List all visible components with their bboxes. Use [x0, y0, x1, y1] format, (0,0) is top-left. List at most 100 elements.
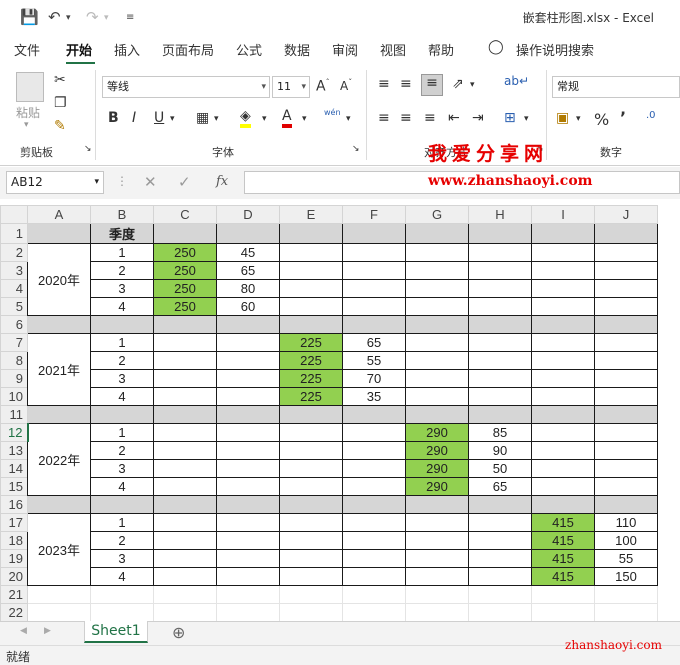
- more-options-icon[interactable]: ⋮: [116, 174, 128, 188]
- cell[interactable]: [279, 261, 343, 280]
- cell[interactable]: [342, 243, 406, 262]
- decimal-icon[interactable]: .0: [646, 110, 656, 121]
- italic-button[interactable]: I: [132, 110, 136, 126]
- cell-quarter[interactable]: 1: [90, 423, 154, 442]
- row-header[interactable]: 7: [0, 333, 28, 352]
- cell-value[interactable]: 110: [594, 513, 658, 532]
- cell-quarter[interactable]: 4: [90, 387, 154, 406]
- cell[interactable]: [594, 369, 658, 388]
- cell[interactable]: [594, 441, 658, 460]
- font-size-combo[interactable]: 11 ▾: [272, 76, 310, 98]
- cell[interactable]: [216, 513, 280, 532]
- cell[interactable]: [279, 279, 343, 298]
- row-header[interactable]: 19: [0, 549, 28, 568]
- row-header[interactable]: 14: [0, 459, 28, 478]
- row-header[interactable]: 5: [0, 297, 28, 316]
- cell[interactable]: [468, 585, 532, 604]
- cell[interactable]: [216, 531, 280, 550]
- cell[interactable]: [342, 477, 406, 496]
- row-header-active[interactable]: 12: [0, 423, 29, 442]
- increase-font-icon[interactable]: Aˆ: [316, 78, 330, 95]
- name-box[interactable]: AB12 ▾: [6, 171, 104, 194]
- column-header[interactable]: G: [405, 205, 469, 224]
- cell[interactable]: [468, 567, 532, 586]
- cell[interactable]: [594, 495, 658, 514]
- cell-value[interactable]: 50: [468, 459, 532, 478]
- cell[interactable]: [279, 603, 343, 621]
- tab-home[interactable]: 开始: [66, 40, 92, 59]
- borders-icon[interactable]: ▦: [196, 110, 209, 126]
- cell[interactable]: [342, 549, 406, 568]
- cell[interactable]: [342, 423, 406, 442]
- tab-formulas[interactable]: 公式: [236, 40, 262, 59]
- cell[interactable]: [405, 279, 469, 298]
- undo-icon[interactable]: ↶: [48, 8, 61, 26]
- cell[interactable]: [594, 333, 658, 352]
- cell[interactable]: [342, 603, 406, 621]
- cell[interactable]: [531, 315, 595, 334]
- cell[interactable]: [153, 585, 217, 604]
- chevron-down-icon[interactable]: ▾: [214, 114, 219, 124]
- cell[interactable]: [27, 315, 91, 334]
- column-header[interactable]: H: [468, 205, 532, 224]
- align-bottom-icon[interactable]: ≡: [421, 74, 443, 96]
- row-header[interactable]: 10: [0, 387, 28, 406]
- cell-value[interactable]: 65: [342, 333, 406, 352]
- cell[interactable]: [531, 603, 595, 621]
- cell-quarter[interactable]: 4: [90, 567, 154, 586]
- tab-data[interactable]: 数据: [284, 40, 310, 59]
- cell-value[interactable]: 45: [216, 243, 280, 262]
- cell[interactable]: [279, 223, 343, 244]
- font-launcher-icon[interactable]: ↘: [352, 144, 360, 154]
- cell[interactable]: [216, 585, 280, 604]
- align-right-icon[interactable]: ≡: [424, 110, 436, 126]
- cell[interactable]: [342, 223, 406, 244]
- cell-base[interactable]: 290: [405, 459, 469, 478]
- cell[interactable]: [468, 513, 532, 532]
- cell[interactable]: [279, 495, 343, 514]
- cell[interactable]: [405, 549, 469, 568]
- cell-base[interactable]: 415: [531, 567, 595, 586]
- cell[interactable]: [468, 297, 532, 316]
- column-header[interactable]: E: [279, 205, 343, 224]
- cell[interactable]: [405, 603, 469, 621]
- cell[interactable]: [594, 297, 658, 316]
- chevron-down-icon[interactable]: ▾: [346, 114, 351, 124]
- cell[interactable]: [153, 567, 217, 586]
- row-header[interactable]: 15: [0, 477, 28, 496]
- bold-button[interactable]: B: [108, 110, 119, 126]
- cell-value[interactable]: 70: [342, 369, 406, 388]
- tab-page-layout[interactable]: 页面布局: [162, 40, 214, 59]
- customize-toolbar-icon[interactable]: ≡: [126, 12, 134, 23]
- cell[interactable]: [405, 261, 469, 280]
- format-painter-icon[interactable]: ✎: [54, 118, 66, 134]
- column-header[interactable]: I: [531, 205, 595, 224]
- cell[interactable]: [279, 423, 343, 442]
- chevron-down-icon[interactable]: ▾: [576, 114, 581, 124]
- cell-base[interactable]: 225: [279, 333, 343, 352]
- cell-base[interactable]: 225: [279, 387, 343, 406]
- cell-quarter[interactable]: 4: [90, 297, 154, 316]
- cell[interactable]: [405, 243, 469, 262]
- cell[interactable]: [531, 477, 595, 496]
- cell-year[interactable]: 2021年: [27, 333, 91, 406]
- cell-base[interactable]: 225: [279, 351, 343, 370]
- cell-base[interactable]: 290: [405, 441, 469, 460]
- cell[interactable]: [468, 333, 532, 352]
- cell-base[interactable]: 225: [279, 369, 343, 388]
- cell[interactable]: [90, 585, 154, 604]
- cell-quarter[interactable]: 2: [90, 261, 154, 280]
- cell[interactable]: [468, 495, 532, 514]
- cell[interactable]: [342, 261, 406, 280]
- cell[interactable]: [531, 423, 595, 442]
- cell[interactable]: [216, 441, 280, 460]
- cell[interactable]: [342, 297, 406, 316]
- row-header[interactable]: 17: [0, 513, 28, 532]
- cell[interactable]: [531, 441, 595, 460]
- cell[interactable]: [27, 585, 91, 604]
- cell[interactable]: [342, 567, 406, 586]
- cell[interactable]: [594, 387, 658, 406]
- cell[interactable]: [153, 459, 217, 478]
- cell[interactable]: [216, 495, 280, 514]
- cell-year[interactable]: 2020年: [27, 243, 91, 316]
